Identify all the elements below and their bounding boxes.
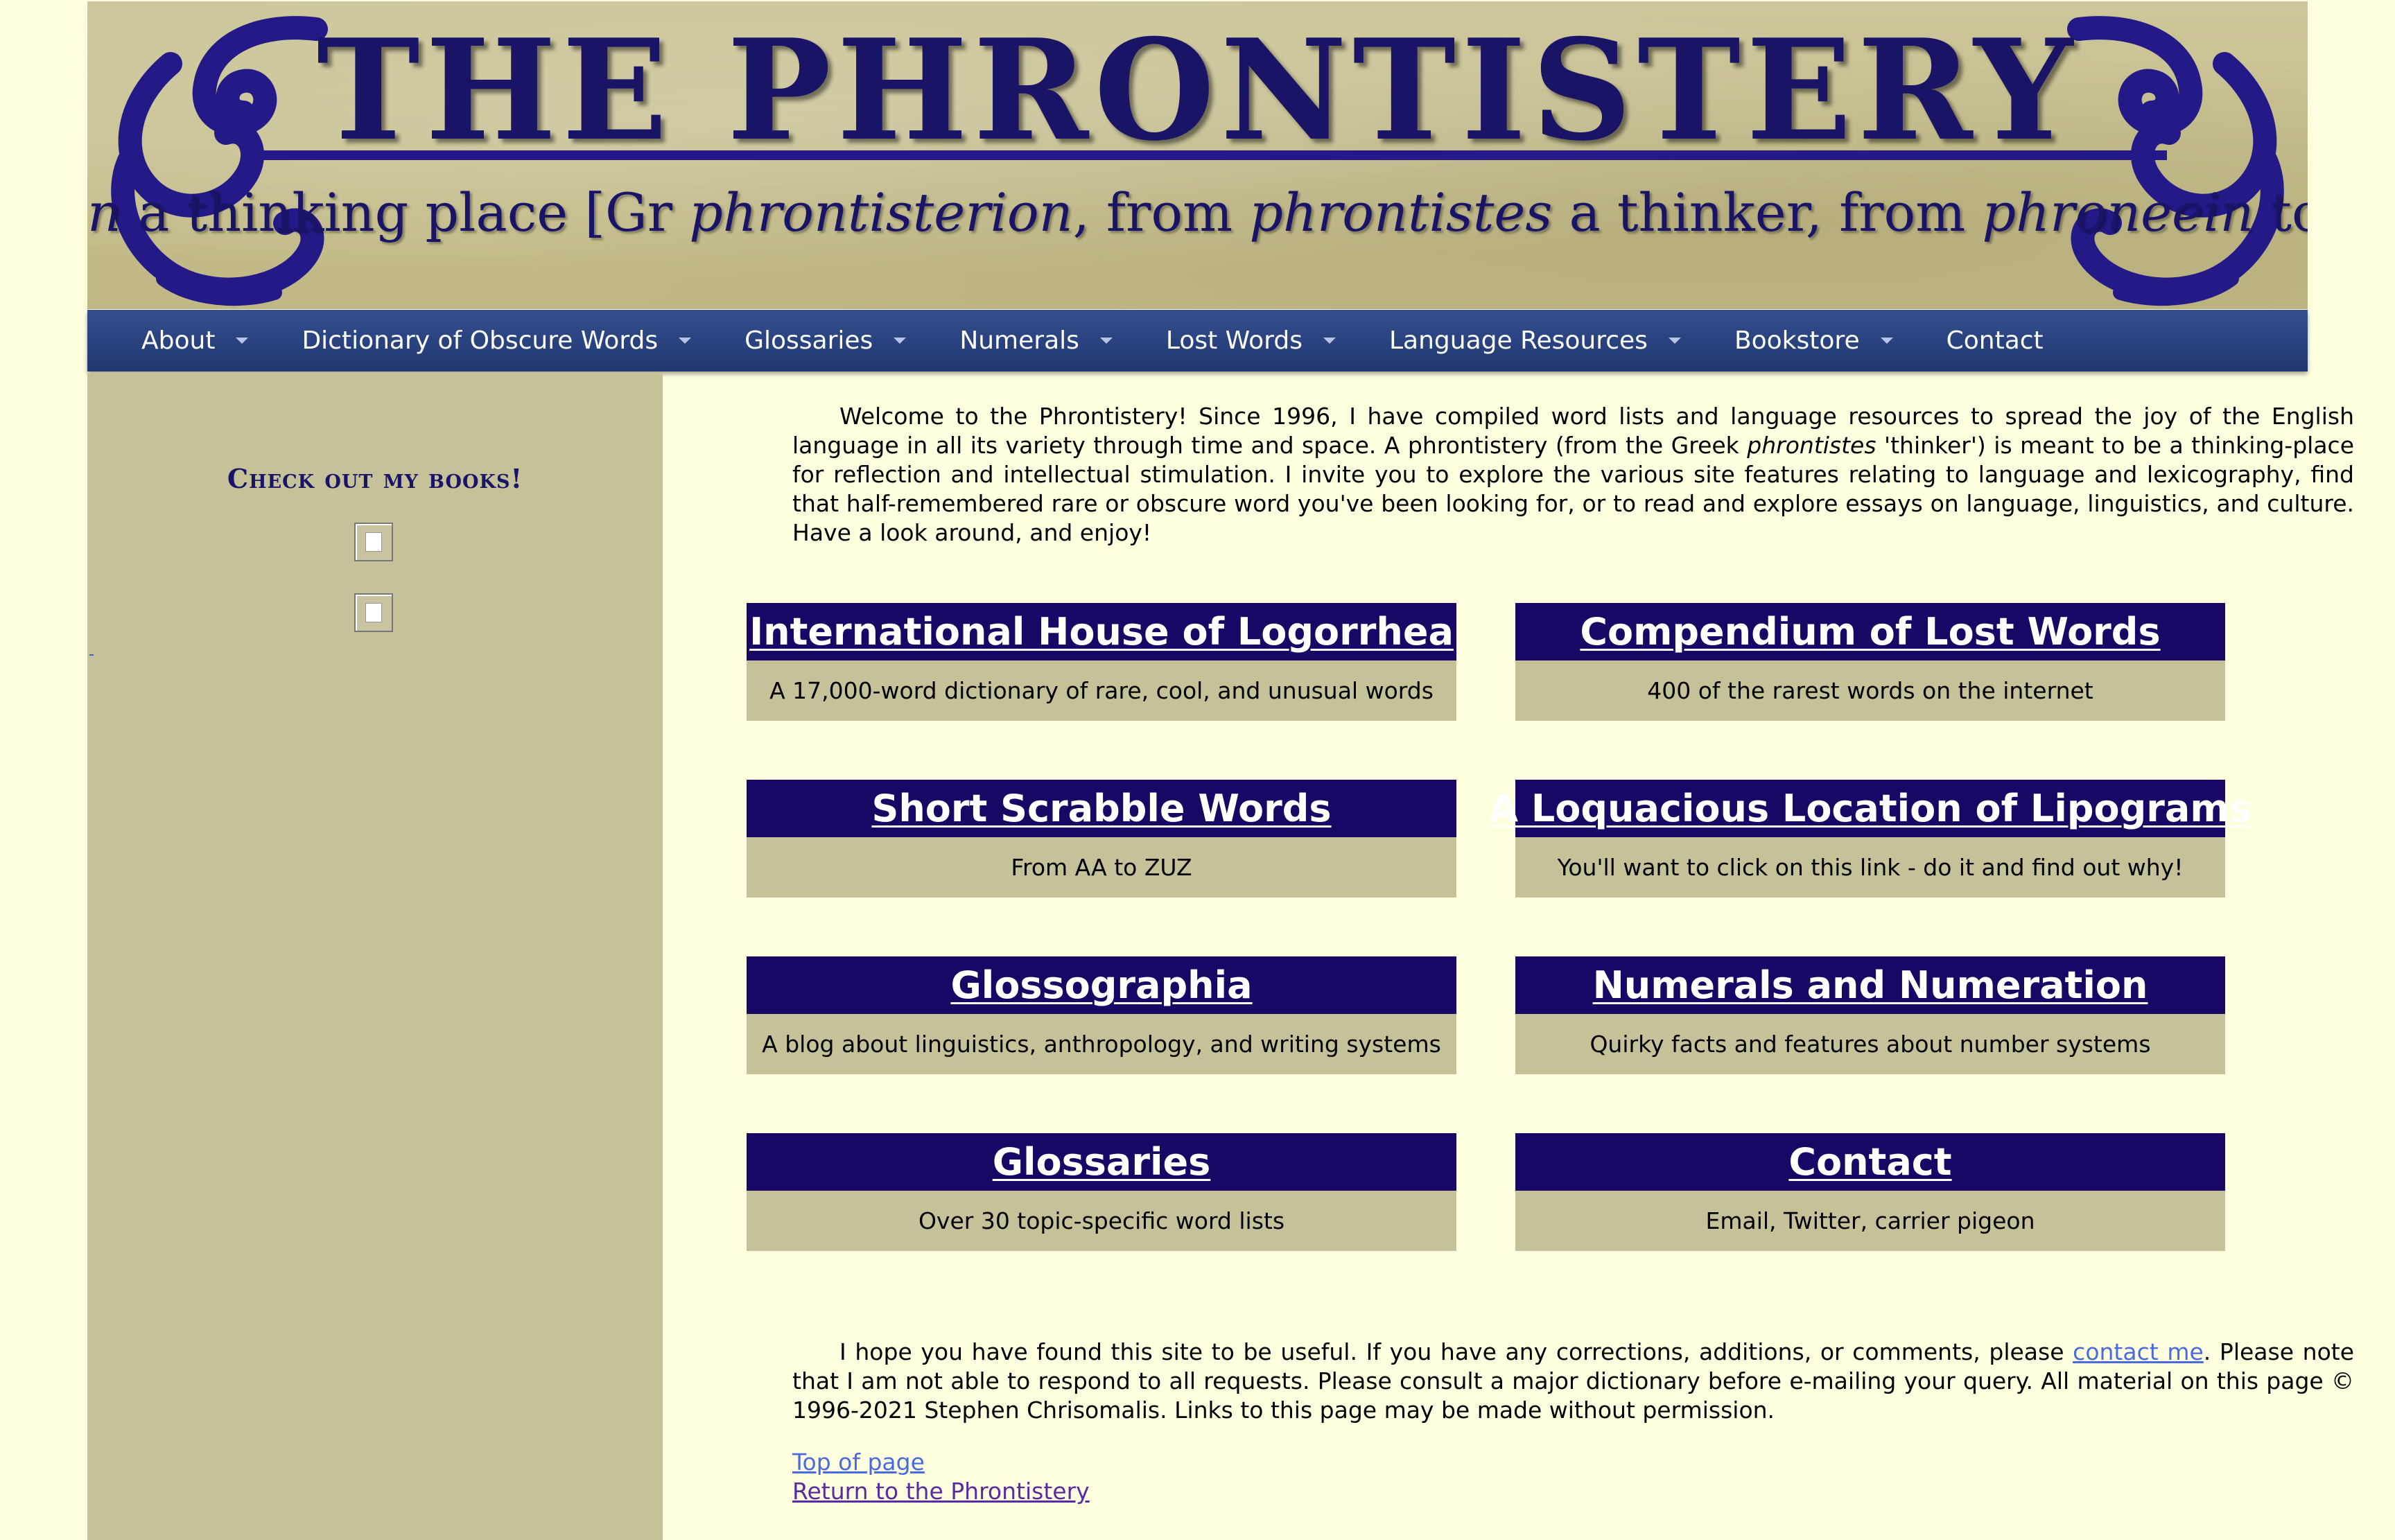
chevron-down-icon: [1323, 338, 1336, 344]
nav-contact-label: Contact: [1946, 326, 2044, 355]
card-title-link[interactable]: Glossographia: [950, 963, 1252, 1007]
nav-about-label: About: [141, 326, 216, 355]
tagline-part-3: , from: [1072, 182, 1250, 243]
nav-lost-words-label: Lost Words: [1165, 326, 1303, 355]
outro-text-1: I hope you have found this site to be us…: [839, 1338, 2073, 1365]
card-description: A 17,000-word dictionary of rare, cool, …: [747, 660, 1456, 721]
contact-me-link[interactable]: contact me: [2073, 1338, 2204, 1365]
sidebar: Check out my books!: [87, 373, 663, 1540]
nav-bookstore[interactable]: Bookstore: [1681, 310, 1893, 371]
card-header: Numerals and Numeration: [1515, 956, 2225, 1014]
sidebar-heading: Check out my books!: [227, 463, 523, 494]
card-header: Contact: [1515, 1133, 2225, 1191]
nav-numerals[interactable]: Numerals: [906, 310, 1113, 371]
card-description: Email, Twitter, carrier pigeon: [1515, 1191, 2225, 1251]
card-header: Glossographia: [747, 956, 1456, 1014]
outro-paragraph: I hope you have found this site to be us…: [792, 1338, 2354, 1425]
nav-bookstore-label: Bookstore: [1734, 326, 1860, 355]
card-header: A Loquacious Location of Lipograms: [1489, 780, 2252, 837]
card-title-link[interactable]: Glossaries: [993, 1140, 1211, 1184]
tagline-part-1: a thinking place [Gr: [121, 182, 690, 243]
site-tagline: n a thinking place [Gr phrontisterion, f…: [87, 175, 2308, 251]
tagline-part-2: phrontisterion: [689, 182, 1073, 243]
card-header: Glossaries: [747, 1133, 1456, 1191]
tagline-part-7: to think]: [2270, 182, 2308, 243]
feature-card: Numerals and Numeration Quirky facts and…: [1515, 956, 2225, 1074]
book-image-1[interactable]: [354, 523, 393, 561]
intro-italic: phrontistes: [1747, 432, 1876, 459]
nav-language-resources-label: Language Resources: [1388, 326, 1648, 355]
feature-card: International House of Logorrhea A 17,00…: [747, 603, 1456, 721]
card-title-link[interactable]: Contact: [1788, 1140, 1951, 1184]
feature-card: Glossographia A blog about linguistics, …: [747, 956, 1456, 1074]
card-title-link[interactable]: A Loquacious Location of Lipograms: [1489, 787, 2251, 830]
nav-about[interactable]: About: [87, 310, 249, 371]
return-home-link[interactable]: Return to the Phrontistery: [792, 1477, 1090, 1506]
card-description: Quirky facts and features about number s…: [1515, 1014, 2225, 1074]
tagline-part-6: phroneein: [1982, 182, 2254, 243]
nav-dictionary[interactable]: Dictionary of Obscure Words: [248, 310, 692, 371]
chevron-down-icon: [1099, 338, 1113, 344]
tagline-part-5: a thinker, from: [1552, 182, 1983, 243]
card-title-link[interactable]: Compendium of Lost Words: [1580, 610, 2160, 654]
card-description: 400 of the rarest words on the internet: [1515, 660, 2225, 721]
card-description: A blog about linguistics, anthropology, …: [747, 1014, 1456, 1074]
card-title-link[interactable]: Short Scrabble Words: [871, 787, 1331, 830]
chevron-down-icon: [894, 338, 907, 344]
intro-paragraph: Welcome to the Phrontistery! Since 1996,…: [792, 402, 2354, 548]
nav-glossaries[interactable]: Glossaries: [691, 310, 907, 371]
nav-numerals-label: Numerals: [959, 326, 1079, 355]
feature-card: Short Scrabble Words From AA to ZUZ: [747, 780, 1456, 898]
card-title-link[interactable]: Numerals and Numeration: [1593, 963, 2148, 1007]
card-title-link[interactable]: International House of Logorrhea: [749, 610, 1454, 654]
feature-card: Contact Email, Twitter, carrier pigeon: [1515, 1133, 2225, 1251]
chevron-down-icon: [236, 338, 249, 344]
top-of-page-link[interactable]: Top of page: [792, 1448, 1090, 1477]
card-header: International House of Logorrhea: [747, 603, 1456, 660]
feature-card: Compendium of Lost Words 400 of the rare…: [1515, 603, 2225, 721]
nav-lost-words[interactable]: Lost Words: [1113, 310, 1336, 371]
chevron-down-icon: [679, 338, 692, 344]
site-title: THE PHRONTISTERY: [316, 9, 2079, 172]
main-content: Welcome to the Phrontistery! Since 1996,…: [792, 402, 2354, 548]
card-description: Over 30 topic-specific word lists: [747, 1191, 1456, 1251]
book-image-2[interactable]: [354, 593, 393, 632]
sidebar-tiny-link[interactable]: [89, 654, 94, 656]
chevron-down-icon: [1668, 338, 1681, 344]
feature-card: Glossaries Over 30 topic-specific word l…: [747, 1133, 1456, 1251]
card-description: From AA to ZUZ: [747, 837, 1456, 898]
card-description: You'll want to click on this link - do i…: [1515, 837, 2225, 898]
chevron-down-icon: [1880, 338, 1893, 344]
main-nav: About Dictionary of Obscure Words Glossa…: [87, 310, 2308, 371]
feature-card: A Loquacious Location of Lipograms You'l…: [1489, 780, 2252, 898]
nav-language-resources[interactable]: Language Resources: [1336, 310, 1681, 371]
tagline-part-0: n: [87, 182, 121, 243]
nav-contact[interactable]: Contact: [1893, 310, 2044, 371]
nav-glossaries-label: Glossaries: [744, 326, 873, 355]
nav-dictionary-label: Dictionary of Obscure Words: [302, 326, 659, 355]
tagline-part-4: phrontistes: [1249, 182, 1553, 243]
footer-links: Top of page Return to the Phrontistery: [792, 1448, 1090, 1506]
card-header: Short Scrabble Words: [747, 780, 1456, 837]
card-header: Compendium of Lost Words: [1515, 603, 2225, 660]
site-banner[interactable]: THE PHRONTISTERY n a thinking place [Gr …: [87, 1, 2308, 309]
page-wrapper: THE PHRONTISTERY n a thinking place [Gr …: [87, 0, 2354, 1540]
